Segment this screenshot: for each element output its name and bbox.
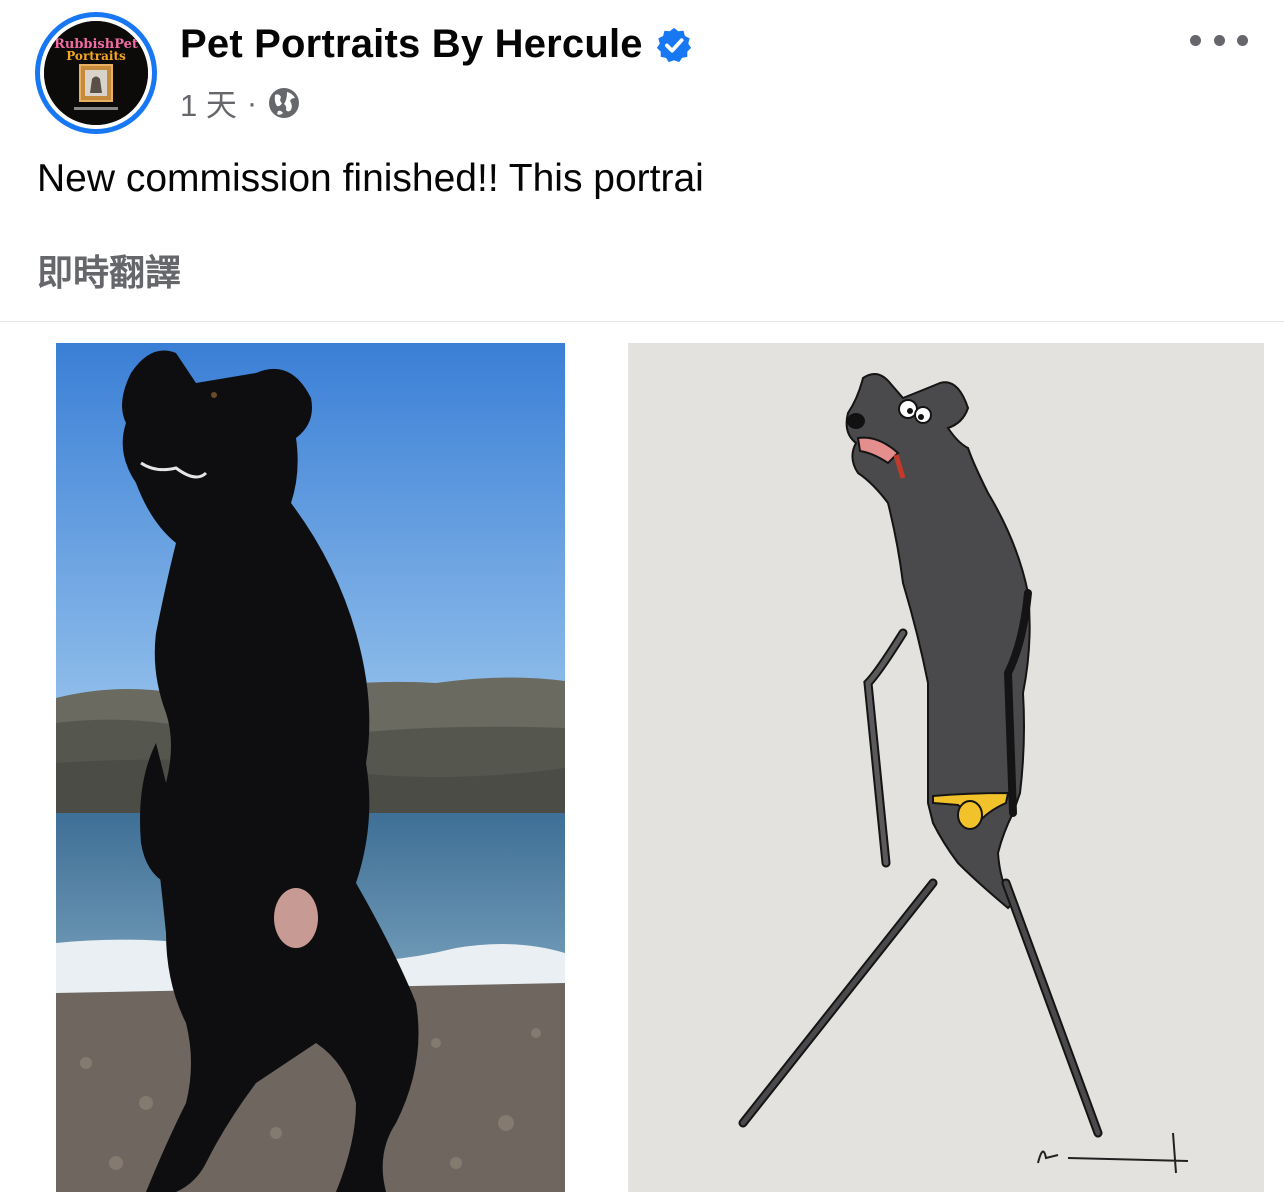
more-dot xyxy=(1190,34,1201,46)
more-options-icon[interactable] xyxy=(1190,26,1248,54)
profile-avatar[interactable]: RubbishPet Portraits xyxy=(44,21,148,125)
logo-text-line2: Portraits xyxy=(66,49,126,63)
photo-dog-drawing[interactable] xyxy=(628,343,1264,1192)
more-dot xyxy=(1237,34,1248,46)
photo-dog-beach[interactable] xyxy=(56,343,565,1192)
meta-separator: · xyxy=(246,84,258,120)
verified-badge-icon xyxy=(656,27,691,62)
divider xyxy=(0,321,1284,322)
profile-avatar-ring[interactable]: RubbishPet Portraits xyxy=(35,12,157,134)
post-text: New commission finished!! This portrai xyxy=(37,157,704,200)
more-dot xyxy=(1213,34,1225,46)
post-timestamp[interactable]: 1 天 xyxy=(180,80,237,125)
page-name[interactable]: Pet Portraits By Hercule xyxy=(180,22,643,67)
translate-button[interactable]: 即時翻譯 xyxy=(37,244,181,296)
page-name-link[interactable]: Pet Portraits By Hercule xyxy=(180,22,693,67)
post-meta: 1 天 · xyxy=(180,80,301,125)
globe-icon xyxy=(269,87,300,118)
